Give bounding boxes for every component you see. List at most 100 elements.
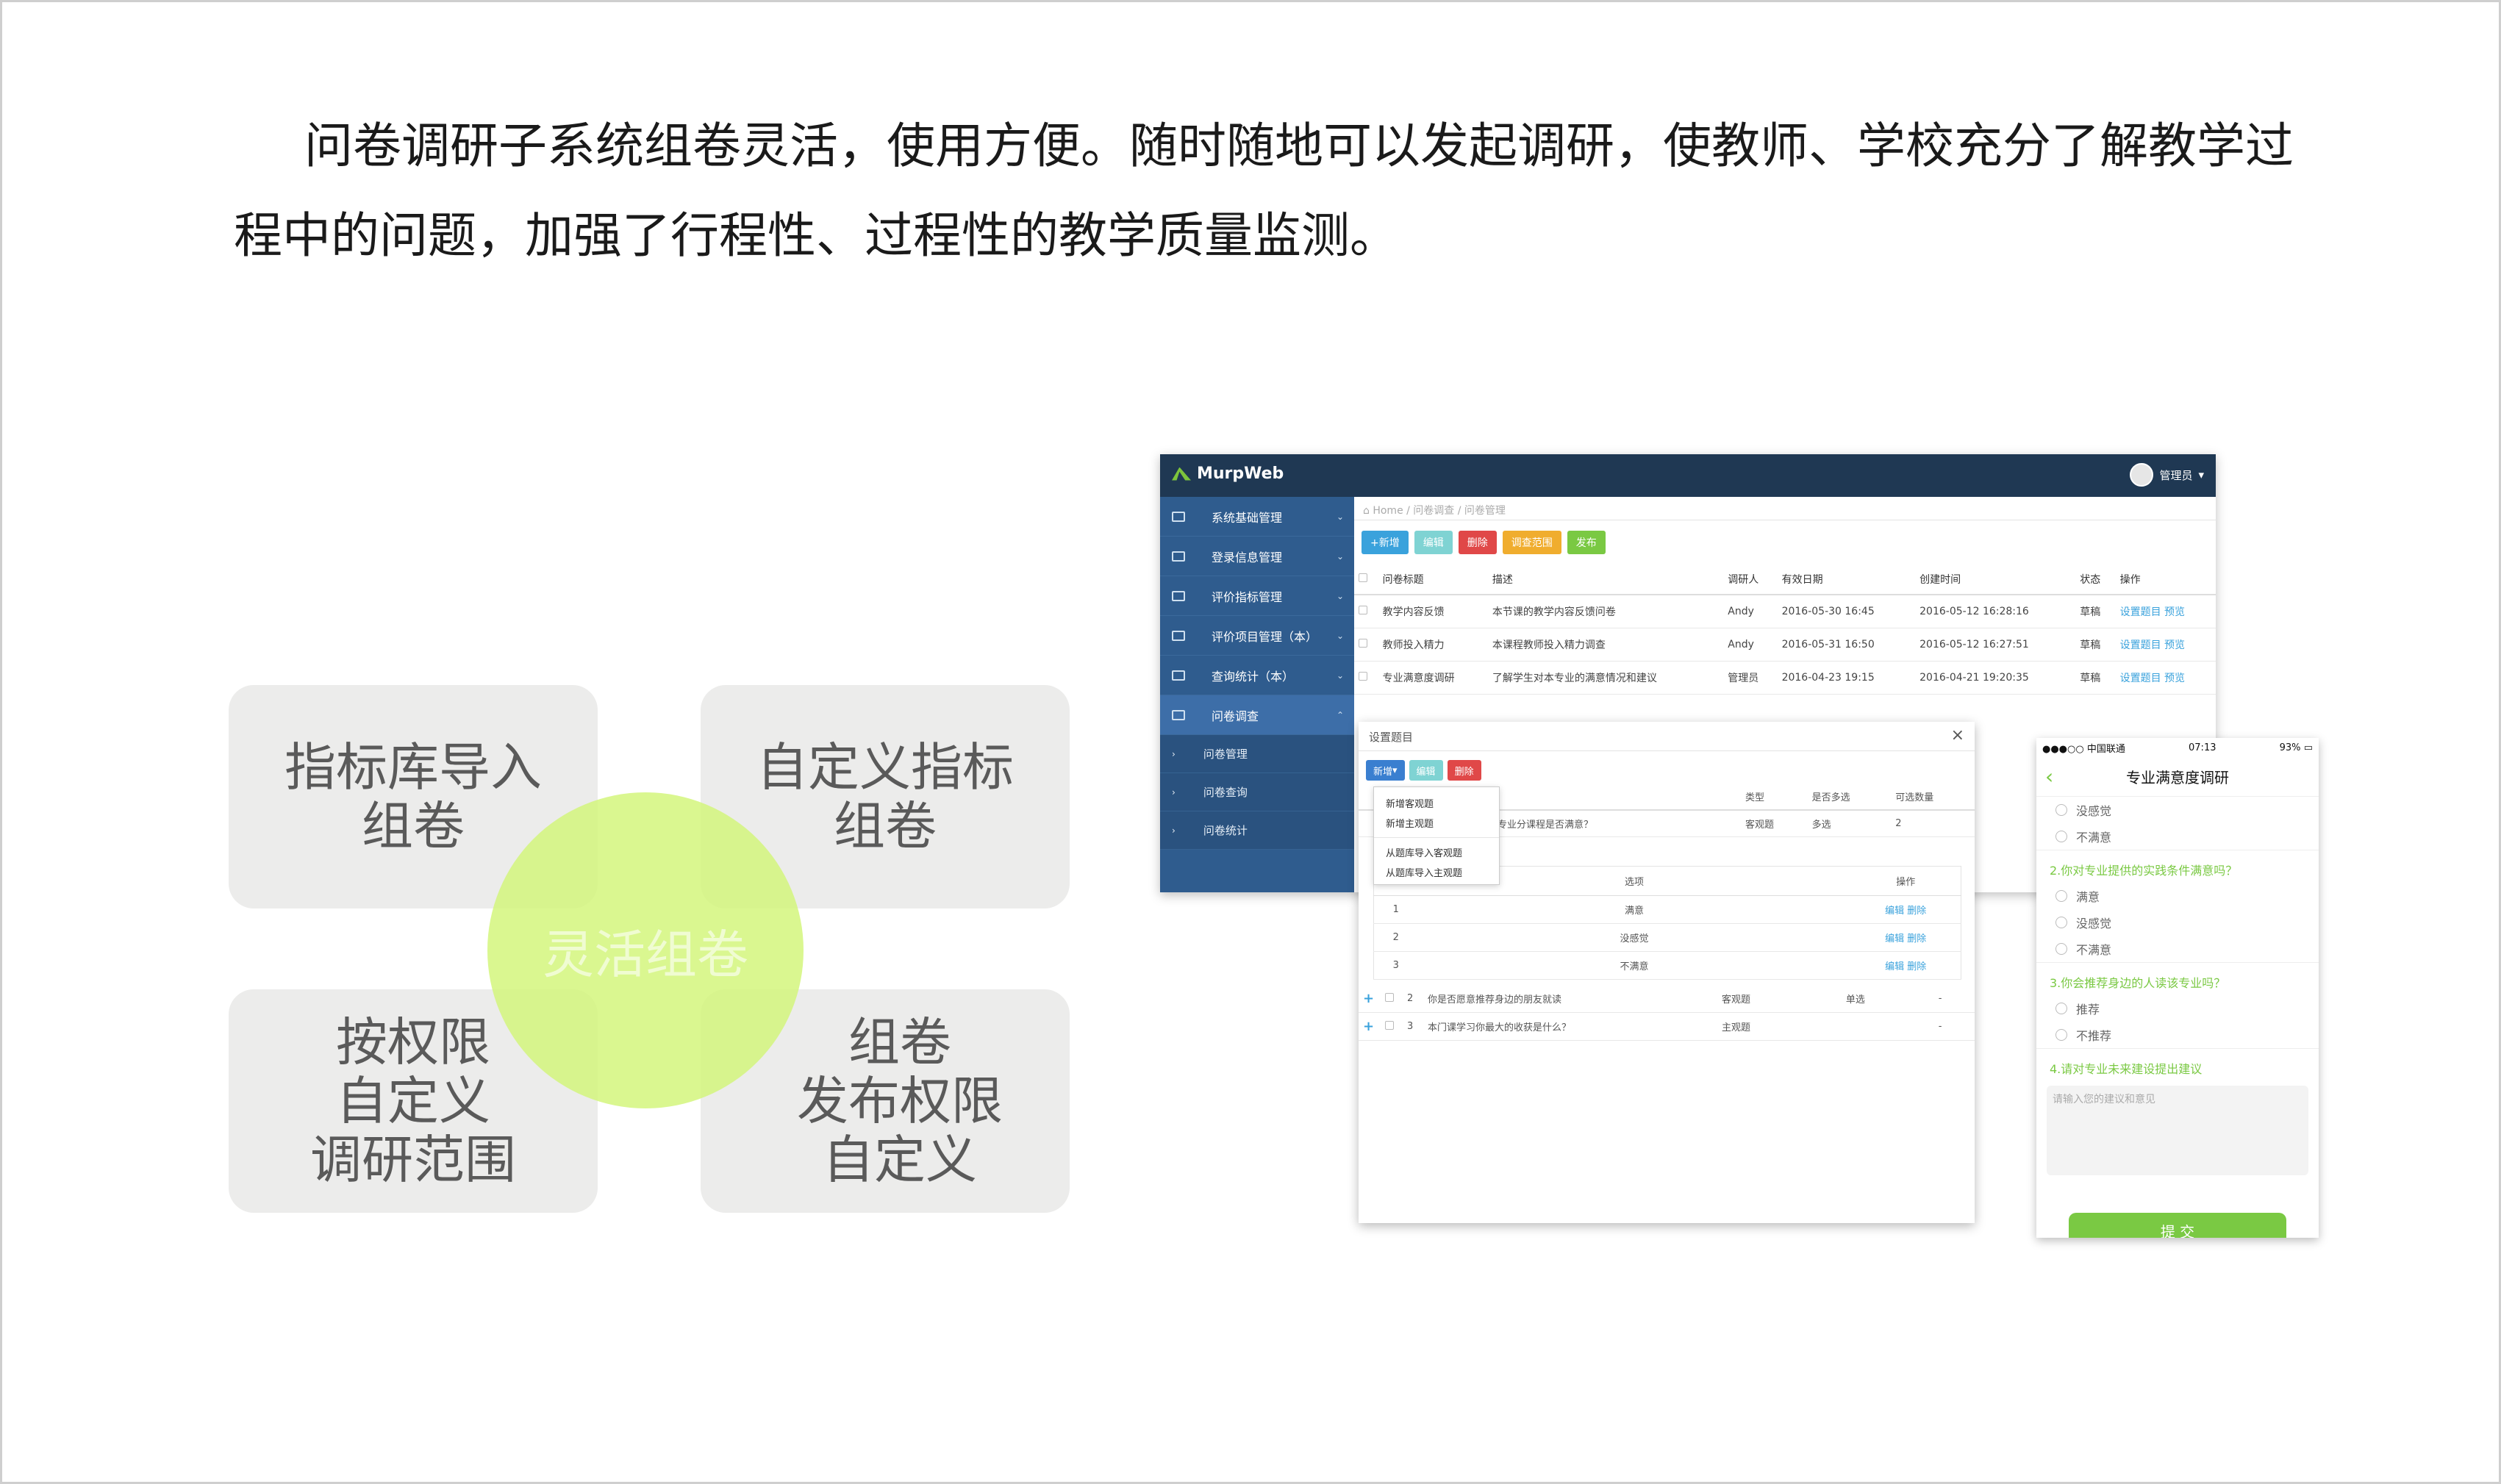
cell-valid: 2016-05-30 16:45 bbox=[1777, 595, 1916, 628]
radio-option[interactable]: 不满意 bbox=[2036, 936, 2319, 962]
submenu-item-query[interactable]: › 问卷查询 bbox=[1160, 773, 1354, 811]
dropdown-item-import-subjective[interactable]: 从题库导入主观题 bbox=[1374, 862, 1499, 882]
submenu-item-stats[interactable]: › 问卷统计 bbox=[1160, 811, 1354, 850]
row-checkbox[interactable] bbox=[1385, 1020, 1394, 1030]
cell-created: 2016-04-21 19:20:35 bbox=[1915, 661, 2076, 695]
edit-icon bbox=[1172, 551, 1185, 562]
delete-button[interactable]: 删除 bbox=[1458, 531, 1497, 554]
chevron-down-icon: ▾ bbox=[1392, 764, 1398, 776]
option-row[interactable]: 1 满意 编辑 删除 bbox=[1373, 895, 1961, 924]
sidebar-item-label: 问卷调查 bbox=[1212, 709, 1259, 723]
option-label: 满意 bbox=[2076, 890, 2100, 904]
column-header: 创建时间 bbox=[1915, 564, 2076, 595]
option-actions[interactable]: 编辑 删除 bbox=[1850, 951, 1961, 980]
table-row[interactable]: 教师投入精力 本课程教师投入精力调查 Andy 2016-05-31 16:50… bbox=[1354, 628, 2216, 662]
question-row[interactable]: + 2 你是否愿意推荐身边的朋友就读 客观题 单选 - bbox=[1359, 985, 1975, 1013]
radio-option[interactable]: 满意 bbox=[2036, 883, 2319, 909]
question-text: 本门课学习你最大的收获是什么？ bbox=[1423, 1012, 1717, 1041]
question-2: 2.你对专业提供的实践条件满意吗？ bbox=[2036, 850, 2319, 883]
option-number: 1 bbox=[1373, 895, 1418, 924]
modal-edit-button[interactable]: 编辑 bbox=[1409, 760, 1443, 781]
brand-logo[interactable]: MurpWeb bbox=[1172, 465, 1284, 483]
sidebar: 系统基础管理 ⌄ 登录信息管理 ⌄ 评价指标管理 ⌄ 评价项目管理（本） ⌄ 查询统计（… bbox=[1160, 497, 1354, 892]
modal-delete-button[interactable]: 删除 bbox=[1447, 760, 1481, 781]
back-icon[interactable]: ‹ bbox=[2045, 764, 2053, 789]
chevron-down-icon: ▾ bbox=[2198, 468, 2204, 481]
option-actions[interactable]: 编辑 删除 bbox=[1850, 895, 1961, 924]
chevron-right-icon: › bbox=[1172, 748, 1176, 759]
chevron-down-icon: ⌄ bbox=[1336, 551, 1344, 562]
question-table-rest: + 2 你是否愿意推荐身边的朋友就读 客观题 单选 - + 3 本门课学习你最大… bbox=[1359, 985, 1975, 1041]
question-number: 2 bbox=[1403, 985, 1423, 1013]
column-header: 操作 bbox=[1850, 866, 1961, 896]
option-row[interactable]: 2 没感觉 编辑 删除 bbox=[1373, 923, 1961, 952]
cell-owner: 管理员 bbox=[1723, 661, 1778, 695]
row-checkbox[interactable] bbox=[1354, 595, 1378, 628]
question-row[interactable]: + 3 本门课学习你最大的收获是什么？ 主观题 - bbox=[1359, 1012, 1975, 1041]
dropdown-item-new-subjective[interactable]: 新增主观题 bbox=[1374, 813, 1499, 833]
suggestion-textarea[interactable]: 请输入您的建议和意见 bbox=[2047, 1086, 2308, 1175]
expand-plus-icon[interactable]: + bbox=[1363, 1019, 1374, 1034]
option-label: 不满意 bbox=[1417, 951, 1851, 980]
question-number: 3 bbox=[1403, 1012, 1423, 1041]
question-multi: 多选 bbox=[1807, 810, 1892, 837]
row-checkbox[interactable] bbox=[1354, 628, 1378, 662]
radio-option[interactable]: 不满意 bbox=[2036, 823, 2319, 850]
option-label: 不满意 bbox=[2076, 831, 2112, 845]
expand-plus-icon[interactable]: + bbox=[1363, 991, 1374, 1006]
submenu-item-manage[interactable]: › 问卷管理 bbox=[1160, 735, 1354, 773]
breadcrumb-text[interactable]: Home / 问卷调查 / 问卷管理 bbox=[1373, 505, 1506, 517]
cell-status: 草稿 bbox=[2075, 661, 2116, 695]
radio-option[interactable]: 不推荐 bbox=[2036, 1022, 2319, 1048]
radio-option[interactable]: 没感觉 bbox=[2036, 797, 2319, 823]
cell-actions[interactable]: 设置题目 预览 bbox=[2115, 661, 2216, 695]
select-all-checkbox[interactable] bbox=[1354, 564, 1378, 595]
column-header: 是否多选 bbox=[1807, 784, 1892, 811]
table-row[interactable]: 专业满意度调研 了解学生对本专业的满意情况和建议 管理员 2016-04-23 … bbox=[1354, 661, 2216, 695]
cell-valid: 2016-04-23 19:15 bbox=[1777, 661, 1916, 695]
radio-option[interactable]: 推荐 bbox=[2036, 995, 2319, 1022]
scope-button[interactable]: 调查范围 bbox=[1502, 531, 1561, 554]
mobile-survey-screen: ●●●○○ 中国联通 07:13 93% ▭ ‹ 专业满意度调研 没感觉 不满意 … bbox=[2036, 738, 2319, 1238]
sidebar-item-login[interactable]: 登录信息管理 ⌄ bbox=[1160, 537, 1354, 576]
add-button[interactable]: +新增 bbox=[1362, 531, 1409, 554]
clock: 07:13 bbox=[2189, 742, 2216, 753]
cell-actions[interactable]: 设置题目 预览 bbox=[2115, 595, 2216, 628]
sidebar-item-survey[interactable]: 问卷调查 ⌃ bbox=[1160, 695, 1354, 735]
row-checkbox[interactable] bbox=[1354, 661, 1378, 695]
question-multi bbox=[1841, 1012, 1934, 1041]
survey-icon bbox=[1172, 709, 1185, 720]
question-count: - bbox=[1933, 1012, 1975, 1041]
cell-actions[interactable]: 设置题目 预览 bbox=[2115, 628, 2216, 662]
user-menu[interactable]: 管理员 ▾ bbox=[2130, 463, 2204, 487]
modal-title: 设置题目 bbox=[1369, 731, 1414, 744]
column-header: 状态 bbox=[2075, 564, 2116, 595]
feature-label: 按权限 自定义 调研范围 bbox=[310, 1012, 516, 1190]
submit-button[interactable]: 提 交 bbox=[2069, 1213, 2286, 1238]
cell-status: 草稿 bbox=[2075, 595, 2116, 628]
close-icon[interactable]: × bbox=[1951, 726, 1964, 745]
radio-icon bbox=[2055, 943, 2067, 955]
dropdown-item-import-objective[interactable]: 从题库导入客观题 bbox=[1374, 842, 1499, 862]
submenu-label: 问卷查询 bbox=[1203, 786, 1248, 799]
cell-status: 草稿 bbox=[2075, 628, 2116, 662]
edit-button[interactable]: 编辑 bbox=[1414, 531, 1453, 554]
sidebar-item-stats[interactable]: 查询统计（本） ⌄ bbox=[1160, 656, 1354, 695]
radio-icon bbox=[2055, 890, 2067, 902]
publish-button[interactable]: 发布 bbox=[1567, 531, 1606, 554]
sidebar-item-system[interactable]: 系统基础管理 ⌄ bbox=[1160, 497, 1354, 537]
radio-icon bbox=[2055, 1003, 2067, 1014]
row-checkbox[interactable] bbox=[1385, 992, 1394, 1002]
option-row[interactable]: 3 不满意 编辑 删除 bbox=[1373, 951, 1961, 980]
modal-add-dropdown-button[interactable]: 新增 ▾ bbox=[1366, 760, 1405, 781]
sidebar-item-project[interactable]: 评价项目管理（本） ⌄ bbox=[1160, 616, 1354, 656]
question-4: 4.请对专业未来建设提出建议 bbox=[2036, 1048, 2319, 1081]
textarea-placeholder: 请输入您的建议和意见 bbox=[2053, 1094, 2155, 1105]
table-row[interactable]: 教学内容反馈 本节课的教学内容反馈问卷 Andy 2016-05-30 16:4… bbox=[1354, 595, 2216, 628]
sidebar-item-index[interactable]: 评价指标管理 ⌄ bbox=[1160, 576, 1354, 616]
cell-desc: 了解学生对本专业的满意情况和建议 bbox=[1487, 661, 1724, 695]
question-text: 你是否愿意推荐身边的朋友就读 bbox=[1423, 985, 1717, 1013]
option-actions[interactable]: 编辑 删除 bbox=[1850, 923, 1961, 952]
dropdown-item-new-objective[interactable]: 新增客观题 bbox=[1374, 793, 1499, 813]
radio-option[interactable]: 没感觉 bbox=[2036, 909, 2319, 936]
